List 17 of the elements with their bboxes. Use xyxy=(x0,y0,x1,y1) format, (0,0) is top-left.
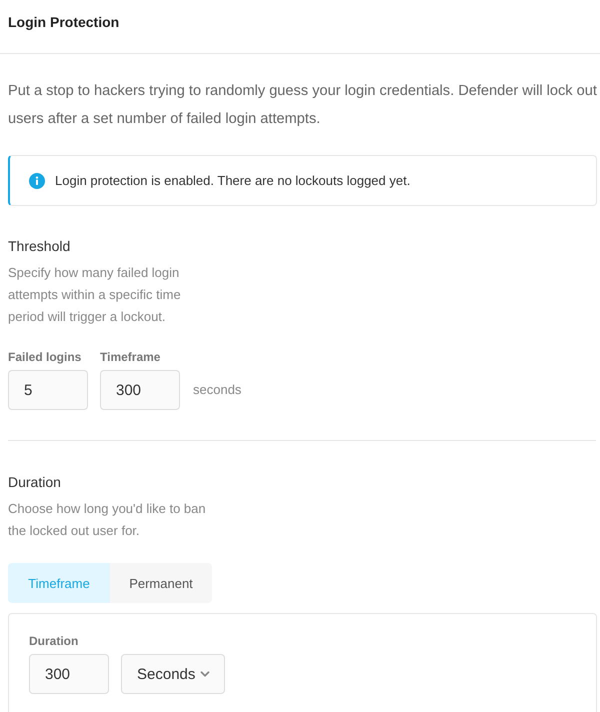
unit-select[interactable]: Seconds xyxy=(121,654,226,694)
intro-text: Put a stop to hackers trying to randomly guess your login credentials. Defender will lock out users after a set number of failed login attempts. xyxy=(8,82,597,129)
number-input[interactable]: 300 xyxy=(100,370,180,410)
number-input[interactable]: 300 xyxy=(29,654,109,694)
info-icon xyxy=(29,172,45,188)
section-title: Threshold xyxy=(8,237,72,256)
section-title: Duration xyxy=(8,473,62,492)
field-label: Failed logins xyxy=(8,349,82,365)
field-label: Timeframe xyxy=(100,349,162,365)
page-title: Login Protection xyxy=(8,13,120,31)
tab[interactable]: Permanent xyxy=(110,563,212,603)
section-description: Choose how long you'd like to ban the locked out user for. xyxy=(8,500,207,540)
section-description: Specify how many failed login attempts within a specific time period will trigger a lockout. xyxy=(8,264,182,326)
number-input[interactable]: 5 xyxy=(8,370,88,410)
unit-label: seconds xyxy=(193,381,242,399)
notice-text: Login protection is enabled. There are no lockouts logged yet. xyxy=(55,173,410,188)
field-label: Duration xyxy=(29,633,80,649)
